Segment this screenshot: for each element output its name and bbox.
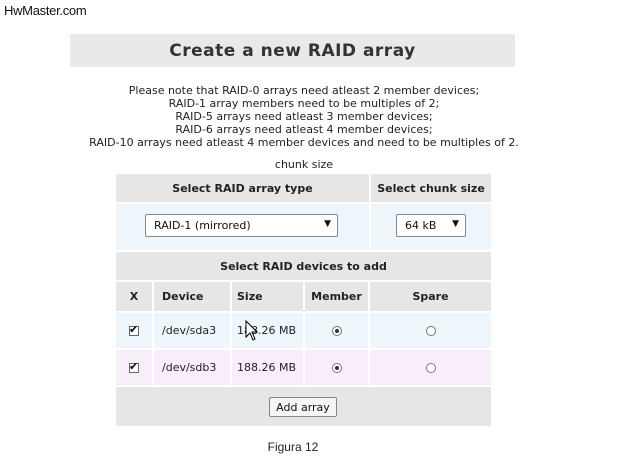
table-row-cell (116, 313, 152, 348)
note-line: RAID-1 array members need to be multiple… (168, 97, 440, 110)
device-checkbox[interactable] (129, 360, 139, 373)
chunk-size-header: Select chunk size (371, 174, 491, 202)
chunk-size-select[interactable]: 64 kB ▼ (396, 214, 466, 237)
dropdown-arrow-icon: ▼ (324, 219, 331, 229)
table-row-cell (116, 350, 152, 385)
raid-type-header: Select RAID array type (116, 174, 369, 202)
devices-header: Select RAID devices to add (116, 252, 491, 280)
chunk-size-value: 64 kB (405, 219, 437, 232)
dropdown-arrow-icon: ▼ (452, 219, 459, 229)
device-size-cell: 188.26 MB (232, 313, 303, 348)
page-title: Create a new RAID array (169, 40, 416, 61)
note-line: Please note that RAID-0 arrays need atle… (128, 84, 480, 97)
device-name-cell: /dev/sdb3 (154, 350, 230, 385)
spare-radio[interactable] (425, 362, 436, 373)
column-header-member: Member (305, 282, 368, 311)
title-bar: Create a new RAID array (70, 34, 515, 67)
column-header-spare: Spare (370, 282, 491, 311)
add-array-button[interactable]: Add array (269, 397, 337, 417)
column-header-size: Size (232, 282, 303, 311)
mouse-pointer-icon (245, 320, 259, 341)
member-cell (305, 313, 368, 348)
device-size-cell: 188.26 MB (232, 350, 303, 385)
spare-cell (370, 313, 491, 348)
column-header-x: X (116, 282, 152, 311)
note-line: RAID-6 arrays need atleast 4 member devi… (175, 123, 433, 136)
chunk-size-caption: chunk size (274, 158, 334, 171)
spare-radio[interactable] (425, 325, 436, 336)
note-line: RAID-5 arrays need atleast 3 member devi… (175, 110, 433, 123)
column-header-device: Device (154, 282, 230, 311)
device-name-cell: /dev/sda3 (154, 313, 230, 348)
member-radio[interactable] (331, 362, 342, 373)
watermark: HwMaster.com (4, 3, 87, 18)
member-radio[interactable] (331, 325, 342, 336)
raid-type-value: RAID-1 (mirrored) (154, 219, 251, 232)
raid-notes: Please note that RAID-0 arrays need atle… (60, 84, 548, 149)
member-cell (305, 350, 368, 385)
raid-type-select[interactable]: RAID-1 (mirrored) ▼ (145, 214, 338, 237)
note-line: RAID-10 arrays need atleast 4 member dev… (89, 136, 519, 149)
figure-caption: Figura 12 (267, 440, 319, 454)
device-checkbox[interactable] (129, 323, 139, 336)
spare-cell (370, 350, 491, 385)
